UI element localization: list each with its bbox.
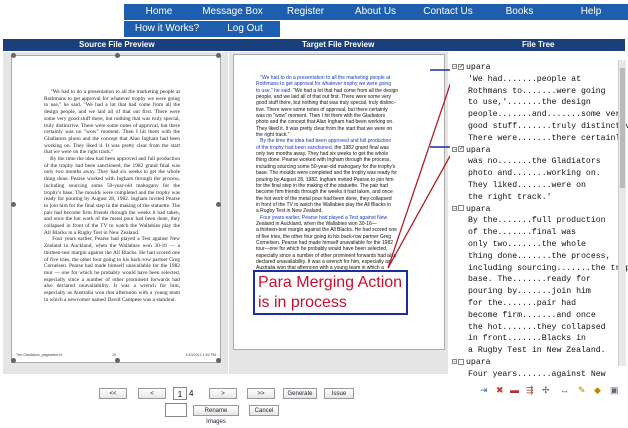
tree-text-line: There were.......there certainly xyxy=(468,133,626,143)
tree-text-line: a Rugby Test in New Zealand. xyxy=(468,346,606,356)
style-icon[interactable]: ✎ xyxy=(578,384,586,396)
tree-node-header[interactable]: − ✓ upara xyxy=(452,145,616,157)
annotation-box: Para Merging Action is in process xyxy=(253,270,408,315)
tree-text-line: 'We had.......people at xyxy=(468,74,582,84)
annotation-text: Para Merging Action is in process xyxy=(258,274,403,311)
tree-text-line: base. The.......ready for xyxy=(468,275,591,285)
tree-text-line: Four years.......against New xyxy=(468,369,606,379)
node-checkbox[interactable]: ✓ xyxy=(458,63,464,70)
tree-node-label: upara xyxy=(466,63,491,72)
tree-text-line: of the.......final was xyxy=(468,228,577,238)
delete-icon[interactable]: ✖ xyxy=(496,384,504,396)
tree-node[interactable]: − upara Four years.......against New xyxy=(452,357,616,381)
tree-text-line: to use,'.......the design xyxy=(468,98,591,108)
tree-text-line: Rothmans to.......were going xyxy=(468,86,606,96)
issue-button[interactable]: Issue xyxy=(324,388,354,399)
tree-text-line: people.......and.......some very xyxy=(468,110,626,120)
tree-node-header[interactable]: − upara xyxy=(452,357,616,369)
tree-text-line: including sourcing.......the trophy's xyxy=(468,263,628,273)
tree-text-line: become firm.......and once xyxy=(468,310,596,320)
generate-button[interactable]: Generate xyxy=(283,388,317,399)
page-input[interactable]: 1 xyxy=(173,387,187,400)
file-tree: − ✓ upara 'We had.......people at Rothmans t… xyxy=(452,62,628,381)
tree-text-line: in front.......Blacks in xyxy=(468,334,586,344)
cancel-button[interactable]: Cancel xyxy=(249,405,279,416)
node-checkbox[interactable] xyxy=(458,205,464,212)
tree-text-line: only two.......the whole xyxy=(468,239,586,249)
settings-icon[interactable]: ◆ xyxy=(594,384,601,396)
rename-input[interactable] xyxy=(165,403,187,417)
move-icon[interactable]: ✢ xyxy=(542,384,550,396)
image-icon[interactable]: ▣ xyxy=(610,384,619,396)
tag-icon[interactable]: ▬ xyxy=(510,384,519,396)
tree-node[interactable]: − upara By the.......full production of the… xyxy=(452,204,628,357)
tree-node-label: upara xyxy=(466,204,491,214)
tree-node[interactable]: − ✓ upara was no.......the Gladiators photo … xyxy=(452,145,616,204)
tree-node-header[interactable]: − upara xyxy=(452,204,616,216)
page-total: 4 xyxy=(189,389,194,398)
rename-images-button[interactable]: Rename Images xyxy=(193,405,239,425)
tree-scrollbar[interactable] xyxy=(618,60,626,366)
tree-text-line: photo and.......working on. xyxy=(468,169,601,179)
tree-text-line: was no.......the Gladiators xyxy=(468,157,601,167)
resize-icon[interactable]: ↔ xyxy=(560,384,569,396)
tree-text-line: the hot.......they collapsed xyxy=(468,322,606,332)
tree-text-line: pouring by.......join him xyxy=(468,287,591,297)
tree-node[interactable]: − ✓ upara 'We had.......people at Rothmans t… xyxy=(452,62,628,145)
node-checkbox[interactable] xyxy=(458,358,464,365)
collapse-icon[interactable]: − xyxy=(452,146,457,152)
tree-node-label: upara xyxy=(466,357,491,367)
tree-text-line: By the.......full production xyxy=(468,216,606,226)
merge-icon[interactable]: ⇶ xyxy=(526,384,534,396)
collapse-icon[interactable]: − xyxy=(452,205,457,211)
split-icon[interactable]: ⇥ xyxy=(480,384,488,396)
node-checkbox[interactable]: ✓ xyxy=(458,146,464,153)
collapse-icon[interactable]: − xyxy=(452,64,457,70)
tree-text-line: thing done.......the process, xyxy=(468,251,611,261)
file-tree-panel: − ✓ upara 'We had.......people at Rothmans t… xyxy=(450,52,628,379)
tree-text-line: They liked.......were on xyxy=(468,180,586,190)
first-page-button[interactable]: << xyxy=(99,388,127,399)
collapse-icon[interactable]: − xyxy=(452,359,457,365)
tree-text-line: the right track.' xyxy=(468,192,552,202)
tree-toolbar: ⇥ ✖ ▬ ⇶ ✢ ↔ ✎ ◆ ▣ xyxy=(480,384,626,396)
tree-text-line: good stuff.......truly distinctive. xyxy=(468,121,628,131)
prev-page-button[interactable]: < xyxy=(138,388,166,399)
next-page-button[interactable]: > xyxy=(209,388,237,399)
last-page-button[interactable]: >> xyxy=(247,388,275,399)
scrollbar-thumb[interactable] xyxy=(620,68,625,188)
tree-node-header[interactable]: − ✓ upara xyxy=(452,62,616,74)
tree-text-line: for the.......pair had xyxy=(468,298,577,308)
tree-node-label: upara xyxy=(466,145,491,155)
